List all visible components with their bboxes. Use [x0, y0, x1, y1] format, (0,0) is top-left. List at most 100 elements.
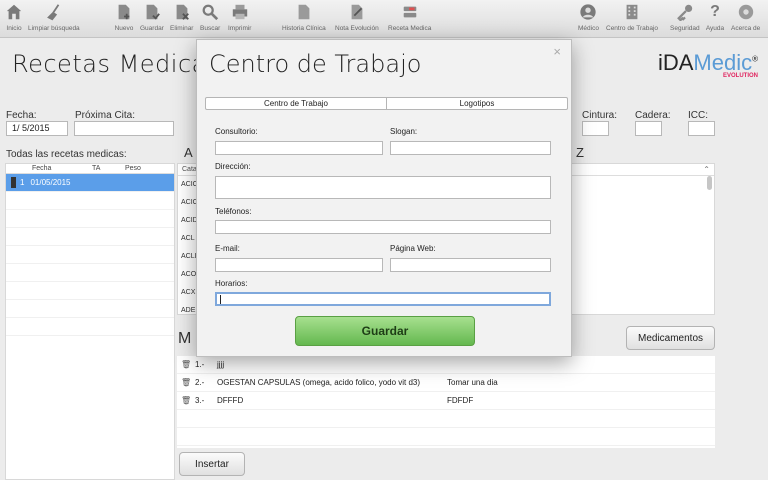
- brand-registered: ®: [752, 54, 758, 64]
- trash-icon[interactable]: 🗑: [181, 378, 191, 387]
- table-row[interactable]: 🗑 3.- DFFFD FDFDF: [177, 392, 715, 410]
- empty-row: [6, 192, 174, 210]
- search-label: Buscar: [200, 25, 221, 32]
- doctor-button[interactable]: Médico: [578, 2, 599, 32]
- row-marker-icon: [11, 177, 16, 188]
- consultorio-field[interactable]: [215, 141, 383, 155]
- proxima-cita-label: Próxima Cita:: [75, 110, 136, 121]
- empty-row: [6, 264, 174, 282]
- catalog-scrollbar[interactable]: [707, 176, 712, 190]
- tab-centro-de-trabajo[interactable]: Centro de Trabajo: [206, 98, 386, 109]
- help-label: Ayuda: [705, 25, 725, 32]
- trash-icon[interactable]: 🗑: [181, 396, 191, 405]
- web-field[interactable]: [390, 258, 551, 272]
- brand-ida: iDA: [657, 50, 694, 75]
- tab-logotipos[interactable]: Logotipos: [386, 98, 567, 109]
- slogan-field[interactable]: [390, 141, 551, 155]
- new-button[interactable]: Nuevo: [114, 2, 134, 32]
- letter-z[interactable]: Z: [576, 145, 584, 160]
- doctor-icon: [578, 2, 598, 22]
- direccion-field[interactable]: [215, 176, 551, 199]
- sort-caret-icon: ⌃: [703, 165, 710, 174]
- col-peso: Peso: [125, 165, 141, 172]
- home-button[interactable]: Inicio: [4, 2, 24, 32]
- horarios-field[interactable]: [215, 292, 551, 306]
- proxima-cita-field[interactable]: [74, 121, 174, 136]
- evolution-note-icon: [347, 2, 367, 22]
- letter-a[interactable]: A: [184, 145, 193, 160]
- search-button[interactable]: Buscar: [200, 2, 220, 32]
- recetas-label: Todas las recetas medicas:: [6, 149, 127, 160]
- recetas-table: Fecha TA Peso 1 01/05/2015: [5, 163, 175, 480]
- key-icon: [675, 2, 695, 22]
- building-icon: [622, 2, 642, 22]
- new-label: Nuevo: [114, 25, 134, 32]
- empty-row: [6, 282, 174, 300]
- home-label: Inicio: [6, 25, 22, 32]
- telefonos-field[interactable]: [215, 220, 551, 234]
- save-toolbar-label: Guardar: [140, 25, 164, 32]
- icc-field[interactable]: [688, 121, 715, 136]
- empty-row: [6, 246, 174, 264]
- email-label: E-mail:: [215, 244, 240, 253]
- cintura-label: Cintura:: [582, 110, 618, 121]
- about-icon: [736, 2, 756, 22]
- med-num: 2.-: [195, 378, 205, 387]
- search-icon: [200, 2, 220, 22]
- broom-icon: [44, 2, 64, 22]
- dialog-title: Centro de Trabajo: [209, 50, 422, 78]
- close-icon[interactable]: ×: [553, 44, 561, 59]
- clinical-history-button[interactable]: Historia Clínica: [282, 2, 326, 32]
- delete-button[interactable]: Eliminar: [170, 2, 193, 32]
- clear-search-label: Limpiar búsqueda: [28, 25, 80, 32]
- printer-icon: [230, 2, 250, 22]
- table-row[interactable]: 🗑 2.- OGESTAN CAPSULAS (omega, acido fol…: [177, 374, 715, 392]
- empty-row: [6, 318, 174, 336]
- email-field[interactable]: [215, 258, 383, 272]
- table-row[interactable]: 1 01/05/2015: [6, 174, 174, 192]
- row-fecha: 01/05/2015: [30, 178, 71, 187]
- empty-row: [6, 228, 174, 246]
- help-icon: ?: [710, 3, 720, 20]
- help-button[interactable]: ? Ayuda: [705, 2, 725, 32]
- evolution-note-label: Nota Evolución: [335, 25, 379, 32]
- work-center-button[interactable]: Centro de Trabajo: [606, 2, 658, 32]
- empty-row: [6, 300, 174, 318]
- fecha-label: Fecha:: [6, 110, 37, 121]
- prescription-icon: [400, 2, 420, 22]
- telefonos-label: Teléfonos:: [215, 207, 252, 216]
- home-icon: [4, 2, 24, 22]
- medicamentos-button[interactable]: Medicamentos: [626, 326, 715, 350]
- cintura-field[interactable]: [582, 121, 609, 136]
- cadera-field[interactable]: [635, 121, 662, 136]
- about-label: Acerca de: [731, 25, 761, 32]
- print-button[interactable]: Imprimir: [228, 2, 251, 32]
- fecha-field[interactable]: 1/ 5/2015: [6, 121, 68, 136]
- empty-row: [177, 410, 715, 428]
- insertar-button[interactable]: Insertar: [179, 452, 245, 476]
- med-name: jjjj: [217, 360, 225, 369]
- dialog-tabs: Centro de Trabajo Logotipos: [205, 97, 568, 110]
- web-label: Página Web:: [390, 244, 436, 253]
- clear-search-button[interactable]: Limpiar búsqueda: [28, 2, 80, 32]
- col-ta: TA: [92, 165, 101, 172]
- evolution-note-button[interactable]: Nota Evolución: [335, 2, 379, 32]
- cadera-label: Cadera:: [635, 110, 671, 121]
- col-fecha: Fecha: [32, 165, 52, 172]
- direccion-label: Dirección:: [215, 162, 251, 171]
- table-row[interactable]: 🗑 1.- jjjj: [177, 356, 715, 374]
- brand-medic: Medic: [693, 50, 753, 75]
- medical-prescription-button[interactable]: Receta Medica: [388, 2, 431, 32]
- recetas-header: Fecha TA Peso: [6, 164, 174, 174]
- work-center-dialog: Centro de Trabajo × Centro de Trabajo Lo…: [196, 39, 572, 357]
- guardar-button[interactable]: Guardar: [295, 316, 475, 346]
- trash-icon[interactable]: 🗑: [181, 360, 191, 369]
- row-num: 1: [20, 178, 25, 187]
- horarios-label: Horarios:: [215, 279, 248, 288]
- save-toolbar-button[interactable]: Guardar: [140, 2, 164, 32]
- clinical-history-icon: [294, 2, 314, 22]
- toolbar: Inicio Limpiar búsqueda Nuevo Guardar El…: [0, 0, 768, 38]
- security-button[interactable]: Seguridad: [670, 2, 700, 32]
- about-button[interactable]: Acerca de: [731, 2, 760, 32]
- med-name: DFFFD: [217, 396, 244, 405]
